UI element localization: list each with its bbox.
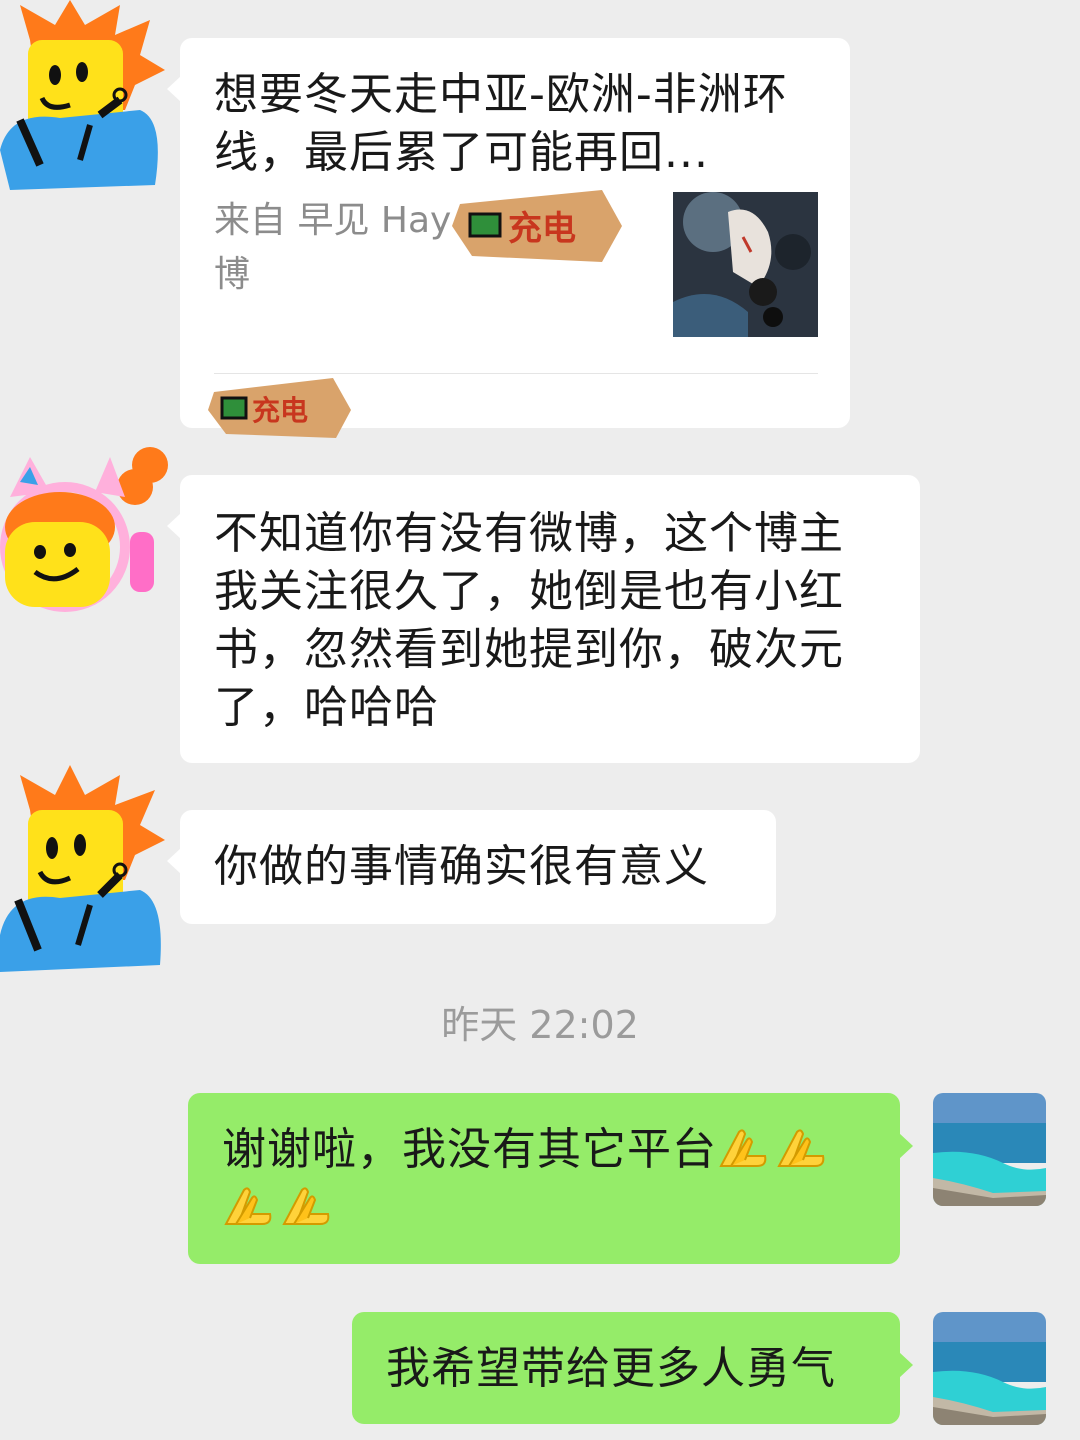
incoming-message[interactable]: 你做的事情确实很有意义: [167, 810, 776, 924]
card-source-text: 来自 早见 Hay: [214, 200, 452, 241]
praying-hands-emoji: [717, 1126, 769, 1170]
charging-sticker: 充电: [208, 374, 353, 442]
message-text: 不知道你有没有微博，这个博主我关注很久了，她倒是也有小红书，忽然看到她提到你，破…: [214, 508, 844, 733]
card-source: 来自 早见 Hay 博: [214, 194, 454, 302]
contact-avatar-orange-hair[interactable]: [0, 760, 165, 972]
contact-avatar-cat-ears[interactable]: [0, 447, 168, 637]
outgoing-message[interactable]: 谢谢啦，我没有其它平台: [188, 1093, 913, 1264]
chat-timestamp: 昨天 22:02: [441, 1003, 639, 1047]
outgoing-message[interactable]: 我希望带给更多人勇气: [352, 1312, 913, 1424]
message-text: 谢谢啦，我没有其它平台: [222, 1121, 866, 1237]
sticker-text: 充电: [508, 209, 576, 249]
sticker-text: 充电: [252, 394, 308, 427]
message-text: 你做的事情确实很有意义: [214, 841, 709, 892]
my-avatar[interactable]: [933, 1093, 1046, 1206]
link-card[interactable]: 想要冬天走中亚-欧洲-非洲环线，最后累了可能再回... 来自 早见 Hay 博 …: [167, 38, 850, 438]
card-source-tail: 博: [214, 254, 251, 295]
message-text: 我希望带给更多人勇气: [386, 1343, 836, 1394]
charging-sticker: 充电: [452, 184, 624, 266]
praying-hands-emoji: [222, 1184, 274, 1228]
praying-hands-emoji: [280, 1184, 332, 1228]
my-avatar[interactable]: [933, 1312, 1046, 1425]
artwork-thumbnail: [673, 192, 818, 337]
card-title: 想要冬天走中亚-欧洲-非洲环线，最后累了可能再回...: [214, 69, 788, 178]
contact-avatar-orange-hair[interactable]: [0, 0, 165, 190]
message-text-content: 谢谢啦，我没有其它平台: [222, 1124, 717, 1175]
incoming-message[interactable]: 不知道你有没有微博，这个博主我关注很久了，她倒是也有小红书，忽然看到她提到你，破…: [167, 475, 920, 763]
praying-hands-emoji: [775, 1126, 827, 1170]
